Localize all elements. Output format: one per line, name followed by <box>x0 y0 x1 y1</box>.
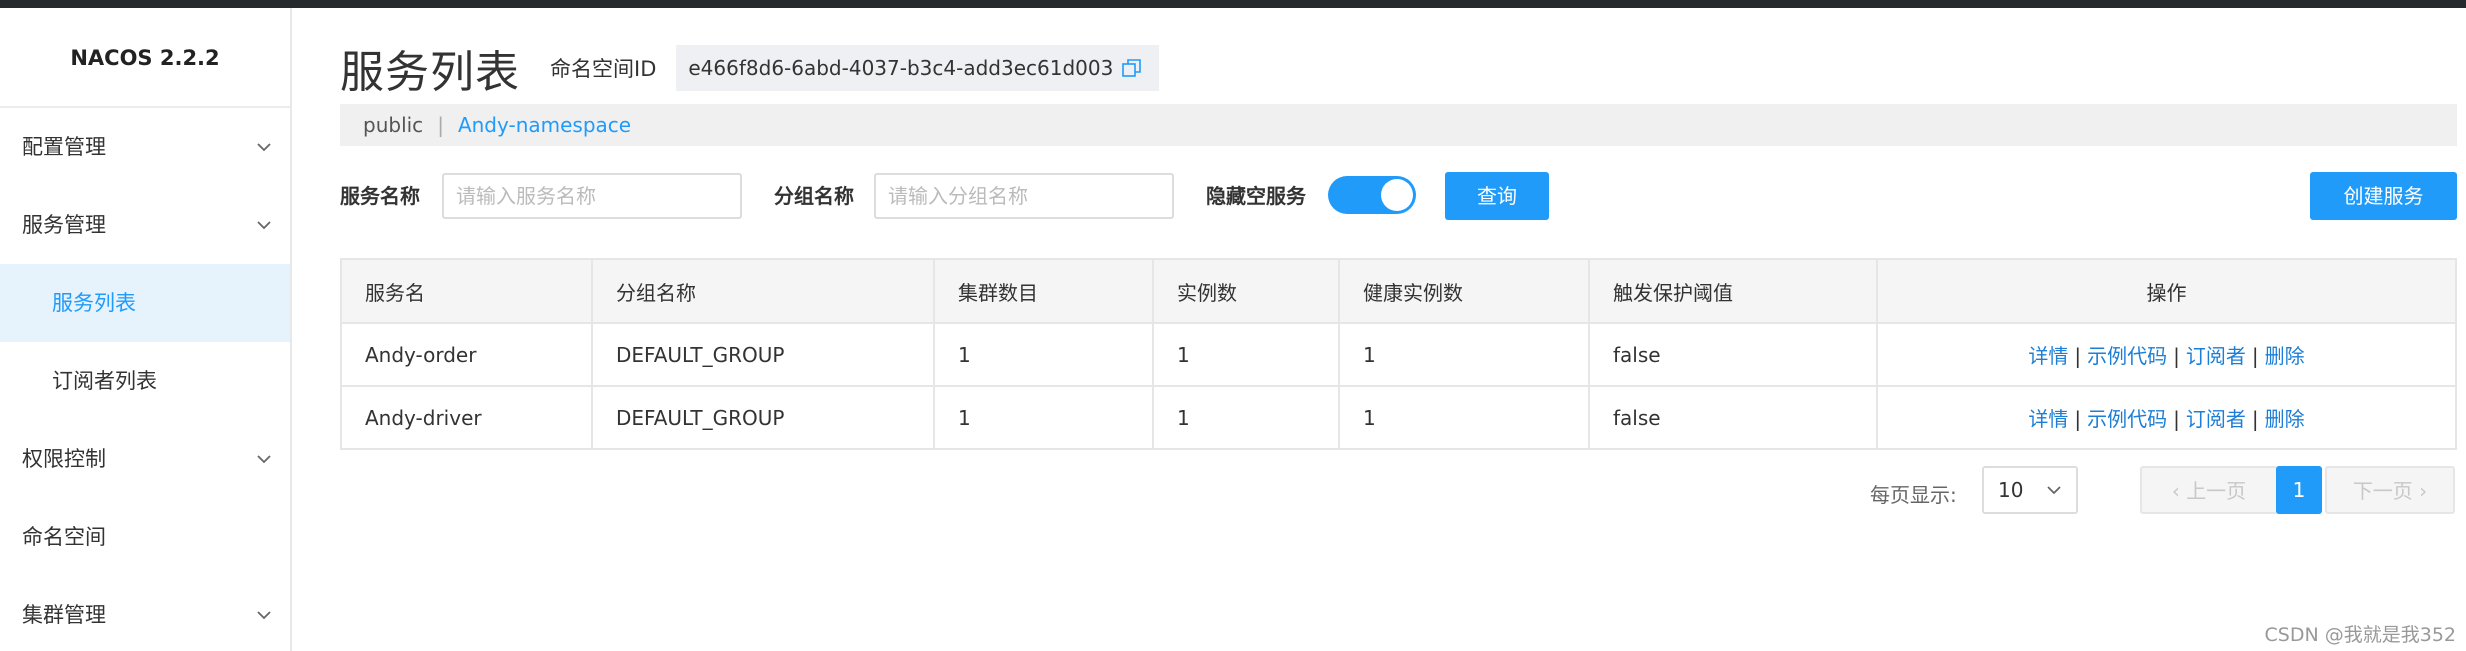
namespace-switcher: public | Andy-namespace <box>340 104 2457 146</box>
sidebar-item-label: 服务列表 <box>52 291 136 315</box>
delete-link[interactable]: 删除 <box>2265 344 2305 368</box>
chevron-down-icon <box>256 139 272 155</box>
col-threshold: 触发保护阈值 <box>1588 258 1878 324</box>
cell-threshold: false <box>1588 322 1878 387</box>
cell-healthy: 1 <box>1338 322 1590 387</box>
sidebar: NACOS 2.2.2 配置管理 服务管理 服务列表 订阅者列表 权限控制 命名… <box>0 8 292 651</box>
sample-code-link[interactable]: 示例代码 <box>2087 344 2167 368</box>
namespace-id-label: 命名空间ID <box>550 57 657 81</box>
cell-service-name: Andy-order <box>340 322 593 387</box>
table-row: Andy-driver DEFAULT_GROUP 1 1 1 false 详情… <box>340 385 2457 450</box>
chevron-down-icon <box>256 607 272 623</box>
cell-healthy: 1 <box>1338 385 1590 450</box>
toggle-knob <box>1381 179 1413 211</box>
sidebar-item-label: 订阅者列表 <box>52 369 157 393</box>
service-name-input[interactable] <box>442 173 742 219</box>
op-separator: | <box>2074 407 2082 431</box>
namespace-separator: | <box>437 113 444 137</box>
sidebar-item-label: 配置管理 <box>22 135 106 159</box>
title-row: 服务列表 命名空间ID e466f8d6-6abd-4037-b3c4-add3… <box>340 38 1160 98</box>
page-size-value: 10 <box>1998 478 2024 502</box>
col-group-name: 分组名称 <box>591 258 935 324</box>
table-header-row: 服务名 分组名称 集群数目 实例数 健康实例数 触发保护阈值 操作 <box>340 258 2457 324</box>
top-bar <box>0 0 2466 8</box>
subscribers-link[interactable]: 订阅者 <box>2186 407 2246 431</box>
prev-page-button[interactable]: ‹ 上一页 <box>2140 466 2278 514</box>
sidebar-item-label: 集群管理 <box>22 603 106 627</box>
namespace-id-box: e466f8d6-6abd-4037-b3c4-add3ec61d003 <box>676 45 1160 91</box>
chevron-down-icon <box>2046 482 2062 498</box>
watermark: CSDN @我就是我352 <box>2264 624 2456 646</box>
page-title: 服务列表 <box>340 47 520 98</box>
table-row: Andy-order DEFAULT_GROUP 1 1 1 false 详情 |… <box>340 322 2457 387</box>
sample-code-link[interactable]: 示例代码 <box>2087 407 2167 431</box>
cell-service-name: Andy-driver <box>340 385 593 450</box>
cell-clusters: 1 <box>933 322 1154 387</box>
cell-actions: 详情 | 示例代码 | 订阅者 | 删除 <box>1876 385 2457 450</box>
op-separator: | <box>2173 407 2180 431</box>
hide-empty-toggle[interactable] <box>1328 176 1416 214</box>
query-button[interactable]: 查询 <box>1445 172 1549 220</box>
prev-page-label: 上一页 <box>2186 479 2247 503</box>
page-size-label: 每页显示: <box>1870 483 1957 507</box>
sidebar-item-service-list[interactable]: 服务列表 <box>0 264 290 342</box>
chevron-left-icon: ‹ <box>2171 479 2187 503</box>
group-name-label: 分组名称 <box>774 184 854 208</box>
op-separator: | <box>2251 407 2259 431</box>
sidebar-item-label: 权限控制 <box>22 447 106 471</box>
namespace-tab-andy[interactable]: Andy-namespace <box>458 113 631 137</box>
service-name-label: 服务名称 <box>340 184 420 208</box>
delete-link[interactable]: 删除 <box>2265 407 2305 431</box>
detail-link[interactable]: 详情 <box>2028 407 2068 431</box>
col-healthy: 健康实例数 <box>1338 258 1590 324</box>
cell-clusters: 1 <box>933 385 1154 450</box>
op-separator: | <box>2173 344 2180 368</box>
col-actions: 操作 <box>1876 258 2457 324</box>
chevron-down-icon <box>256 217 272 233</box>
cell-instances: 1 <box>1152 322 1340 387</box>
op-separator: | <box>2251 344 2259 368</box>
sidebar-item-cluster[interactable]: 集群管理 <box>0 576 290 651</box>
sidebar-item-namespace[interactable]: 命名空间 <box>0 498 290 576</box>
filter-bar: 服务名称 分组名称 隐藏空服务 查询 创建服务 <box>340 171 2457 221</box>
sidebar-item-subscribers[interactable]: 订阅者列表 <box>0 342 290 420</box>
service-table: 服务名 分组名称 集群数目 实例数 健康实例数 触发保护阈值 操作 Andy-o… <box>340 258 2457 450</box>
cell-threshold: false <box>1588 385 1878 450</box>
sidebar-item-service-mgmt[interactable]: 服务管理 <box>0 186 290 264</box>
main-content: 服务列表 命名空间ID e466f8d6-6abd-4037-b3c4-add3… <box>340 8 2466 651</box>
cell-group: DEFAULT_GROUP <box>591 322 935 387</box>
copy-icon[interactable] <box>1121 57 1143 79</box>
col-clusters: 集群数目 <box>933 258 1154 324</box>
next-page-label: 下一页 <box>2352 479 2413 503</box>
current-page-button[interactable]: 1 <box>2276 466 2322 514</box>
cell-group: DEFAULT_GROUP <box>591 385 935 450</box>
group-name-input[interactable] <box>874 173 1174 219</box>
col-instances: 实例数 <box>1152 258 1340 324</box>
page-size-select[interactable]: 10 <box>1982 466 2078 514</box>
sidebar-item-label: 命名空间 <box>22 525 106 549</box>
op-separator: | <box>2074 344 2082 368</box>
detail-link[interactable]: 详情 <box>2028 344 2068 368</box>
cell-instances: 1 <box>1152 385 1340 450</box>
chevron-right-icon: › <box>2412 479 2428 503</box>
sidebar-item-config[interactable]: 配置管理 <box>0 108 290 186</box>
namespace-tab-public[interactable]: public <box>363 113 423 137</box>
sidebar-item-label: 服务管理 <box>22 213 106 237</box>
hide-empty-label: 隐藏空服务 <box>1206 184 1306 208</box>
chevron-down-icon <box>256 451 272 467</box>
create-service-button[interactable]: 创建服务 <box>2310 172 2457 220</box>
next-page-button[interactable]: 下一页 › <box>2325 466 2455 514</box>
app-logo: NACOS 2.2.2 <box>0 8 290 108</box>
cell-actions: 详情 | 示例代码 | 订阅者 | 删除 <box>1876 322 2457 387</box>
sidebar-item-auth[interactable]: 权限控制 <box>0 420 290 498</box>
namespace-id-value: e466f8d6-6abd-4037-b3c4-add3ec61d003 <box>688 56 1114 80</box>
col-service-name: 服务名 <box>340 258 593 324</box>
subscribers-link[interactable]: 订阅者 <box>2186 344 2246 368</box>
